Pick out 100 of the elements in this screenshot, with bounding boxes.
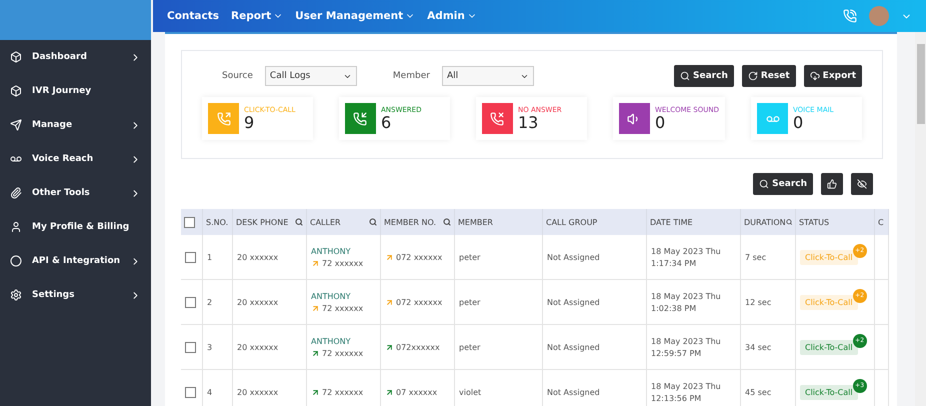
cube-icon: [10, 51, 22, 63]
column-header: MEMBER: [455, 209, 543, 235]
table-cell: 1: [207, 252, 212, 262]
source-select[interactable]: Call Logs: [264, 66, 357, 86]
sidebar-item[interactable]: Manage: [0, 108, 151, 142]
table-cell: 20 xxxxxx: [237, 298, 278, 306]
circle-icon: [10, 255, 22, 267]
thumbs-up-icon: [827, 179, 837, 189]
checkbox[interactable]: [185, 342, 196, 352]
search-icon[interactable]: [369, 218, 377, 226]
member-number: 072 xxxxxx: [396, 252, 442, 262]
search-icon[interactable]: [443, 218, 451, 226]
date-text: 18 May 2023 Thu: [651, 246, 721, 256]
table-cell: 20 xxxxxx: [237, 342, 278, 352]
member-number: 072xxxxxx: [396, 342, 440, 352]
table-cell: peter: [459, 252, 480, 262]
paper-plane-icon: [10, 119, 22, 131]
caller-number: 72 xxxxxx: [322, 258, 364, 268]
caller-number: 72 xxxxxx: [322, 304, 364, 312]
stat-value: 6: [380, 114, 392, 132]
column-header: STATUS: [796, 209, 875, 235]
search-icon[interactable]: [786, 218, 792, 226]
thumbs-up-button[interactable]: [821, 173, 843, 195]
table-cell: 3: [207, 342, 212, 352]
scrollbar[interactable]: [915, 32, 926, 406]
table-cell: 2: [207, 298, 212, 306]
date-text: 18 May 2023 Thu: [651, 292, 721, 300]
member-label: Member: [392, 71, 430, 81]
search-icon[interactable]: [295, 218, 303, 226]
table-cell: peter: [459, 342, 480, 352]
sidebar-item[interactable]: API & Integration: [0, 244, 151, 278]
settings-icon: [10, 289, 22, 301]
table-cell: Not Assigned: [547, 388, 600, 396]
cube-icon: [10, 85, 22, 97]
table-cell: peter: [459, 298, 480, 306]
date-text: 18 May 2023 Thu: [651, 382, 721, 390]
checkbox[interactable]: [185, 252, 196, 262]
source-label: Source: [222, 71, 253, 81]
search-icon: [680, 71, 690, 81]
hide-button[interactable]: [851, 173, 873, 195]
table-cell: 7 sec: [745, 252, 766, 262]
column-header: C: [875, 209, 889, 235]
column-header: MEMBER NO.: [381, 209, 455, 235]
table-cell: 20 xxxxxx: [237, 388, 278, 396]
table-cell: 45 sec: [745, 388, 772, 396]
eye-off-icon: [857, 179, 867, 189]
sidebar-item[interactable]: Dashboard: [0, 40, 151, 74]
menu-item[interactable]: Contacts: [167, 10, 219, 22]
stat-value: 0: [793, 114, 804, 132]
sidebar-item[interactable]: My Profile & Billing: [0, 210, 151, 244]
menu-item[interactable]: Report: [231, 10, 284, 22]
table-cell: 4: [207, 388, 212, 396]
stat-value: 9: [244, 114, 256, 132]
table-cell: Not Assigned: [547, 342, 600, 352]
caller-number: 72 xxxxxx: [322, 348, 364, 358]
checkbox[interactable]: [184, 216, 195, 228]
member-number: 072 xxxxxx: [396, 298, 442, 306]
checkbox[interactable]: [185, 386, 196, 398]
menu-item[interactable]: Admin: [427, 10, 477, 22]
caller-name: ANTHONY: [311, 246, 351, 256]
column-header: CALLER: [307, 209, 381, 235]
user-icon: [10, 221, 22, 233]
table-cell: 34 sec: [745, 342, 772, 352]
time-text: 12:59:57 PM: [651, 348, 702, 358]
sidebar-item[interactable]: Settings: [0, 278, 151, 312]
member-number: 07 xxxxxx: [396, 388, 438, 396]
stat-value: 13: [518, 114, 540, 132]
refresh-icon: [748, 71, 758, 81]
sidebar-item[interactable]: Voice Reach: [0, 142, 151, 176]
column-header: CALL GROUP: [543, 209, 647, 235]
table-cell: Not Assigned: [547, 252, 600, 262]
time-text: 1:17:34 PM: [651, 258, 696, 268]
stat-value: 0: [654, 114, 666, 132]
action-button[interactable]: Reset: [742, 65, 796, 87]
caller-name: ANTHONY: [311, 292, 351, 300]
table-cell: 12 sec: [745, 298, 772, 306]
time-text: 12:13:56 PM: [651, 394, 702, 402]
action-button[interactable]: Search: [674, 65, 734, 87]
phone-icon[interactable]: [843, 9, 857, 23]
column-header: S.NO.: [203, 209, 233, 235]
search-icon: [759, 179, 770, 189]
date-text: 18 May 2023 Thu: [651, 336, 721, 346]
caller-name: ANTHONY: [311, 336, 351, 346]
column-header: DATE TIME: [647, 209, 741, 235]
table-cell: 20 xxxxxx: [237, 252, 278, 262]
member-select[interactable]: All: [442, 66, 534, 86]
column-header: DESK PHONE: [233, 209, 307, 235]
table-cell: Not Assigned: [547, 298, 600, 306]
table-cell: violet: [459, 388, 482, 396]
checkbox[interactable]: [185, 296, 196, 308]
time-text: 1:02:38 PM: [651, 304, 696, 312]
sidebar-item[interactable]: IVR Journey: [0, 74, 151, 108]
paperclip-icon: [10, 187, 22, 199]
column-header: DURATION: [741, 209, 796, 235]
menu-item[interactable]: User Management: [295, 10, 416, 22]
search-button[interactable]: Search: [753, 173, 813, 195]
cloud-download-icon: [810, 71, 820, 81]
action-button[interactable]: Export: [804, 65, 862, 87]
caller-number: 72 xxxxxx: [322, 388, 364, 396]
sidebar-item[interactable]: Other Tools: [0, 176, 151, 210]
